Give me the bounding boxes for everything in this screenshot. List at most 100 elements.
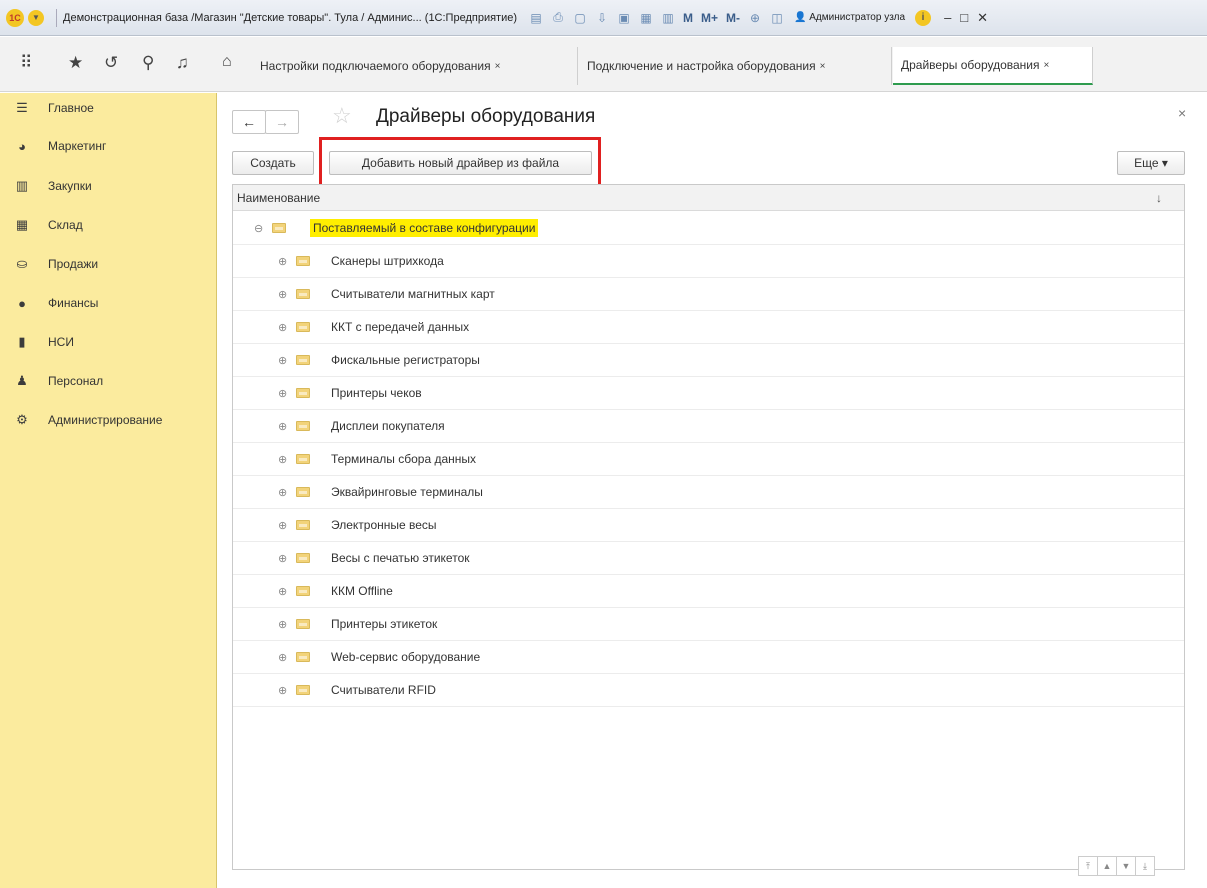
- sidebar-item-sales[interactable]: ⛀ Продажи: [0, 249, 216, 279]
- sidebar-item-purchases[interactable]: ▥ Закупки: [0, 171, 216, 201]
- expand-icon[interactable]: ⊕: [278, 453, 287, 466]
- tree-row[interactable]: ⊕ Считыватели магнитных карт: [233, 278, 1184, 311]
- app-logo-icon[interactable]: 1С: [6, 8, 24, 27]
- calculator-icon[interactable]: ▦: [639, 11, 653, 25]
- notifications-bell-icon[interactable]: ♫: [176, 53, 189, 73]
- expand-icon[interactable]: ⊕: [278, 651, 287, 664]
- expand-icon[interactable]: ⊕: [278, 552, 287, 565]
- tree-row[interactable]: ⊕ Терминалы сбора данных: [233, 443, 1184, 476]
- tree-row[interactable]: ⊕ Эквайринговые терминалы: [233, 476, 1184, 509]
- sidebar-item-administration[interactable]: ⚙ Администрирование: [0, 405, 216, 435]
- save-to-file-icon[interactable]: ⇩: [595, 11, 609, 25]
- window-title: Демонстрационная база /Магазин "Детские …: [63, 11, 518, 24]
- main-menu-dropdown-icon[interactable]: ▼: [28, 9, 44, 26]
- scroll-down-icon[interactable]: ▼: [1116, 856, 1136, 876]
- current-user[interactable]: 👤 Администратор узла: [794, 12, 905, 23]
- tab-equipment-settings[interactable]: Настройки подключаемого оборудования ×: [252, 47, 578, 85]
- back-button[interactable]: ←: [232, 110, 266, 134]
- tree-row[interactable]: ⊕ Принтеры чеков: [233, 377, 1184, 410]
- folder-icon: [296, 520, 310, 530]
- tree-row[interactable]: ⊕ ККМ Offline: [233, 575, 1184, 608]
- favorite-star-icon[interactable]: ☆: [332, 103, 352, 129]
- expand-icon[interactable]: ⊕: [278, 321, 287, 334]
- home-icon[interactable]: ⌂: [222, 53, 232, 71]
- folder-icon: [296, 454, 310, 464]
- history-icon[interactable]: ↺: [104, 53, 118, 73]
- tree-row[interactable]: ⊕ Сканеры штрихкода: [233, 245, 1184, 278]
- sidebar-item-finance[interactable]: ● Финансы: [0, 288, 216, 318]
- expand-icon[interactable]: ⊕: [278, 420, 287, 433]
- tree-row[interactable]: ⊕ Фискальные регистраторы: [233, 344, 1184, 377]
- search-icon[interactable]: ⚲: [142, 53, 154, 73]
- sort-arrow-icon[interactable]: ↓: [1156, 191, 1162, 205]
- tree-row-label: Эквайринговые терминалы: [331, 485, 483, 499]
- sidebar-item-label: Главное: [48, 101, 94, 115]
- tab-label: Драйверы оборудования: [901, 58, 1040, 72]
- tree-row[interactable]: ⊕ Электронные весы: [233, 509, 1184, 542]
- more-button[interactable]: Еще ▾: [1117, 151, 1185, 175]
- tree-row[interactable]: ⊕ Web-сервис оборудование: [233, 641, 1184, 674]
- sidebar-item-personnel[interactable]: ♟ Персонал: [0, 366, 216, 396]
- info-icon[interactable]: i: [915, 9, 932, 26]
- memory-minus-button[interactable]: M-: [726, 11, 740, 25]
- close-icon[interactable]: ×: [1178, 105, 1186, 121]
- drivers-list[interactable]: Наименование ↓ ⊖ Поставляемый в составе …: [232, 184, 1185, 870]
- close-tab-icon[interactable]: ×: [820, 61, 826, 72]
- tree-row[interactable]: ⊕ Весы с печатью этикеток: [233, 542, 1184, 575]
- collapse-icon[interactable]: ⊖: [254, 222, 263, 235]
- close-tab-icon[interactable]: ×: [495, 61, 501, 72]
- copy-icon[interactable]: ▣: [617, 11, 631, 25]
- sidebar-item-warehouse[interactable]: ▦ Склад: [0, 210, 216, 240]
- expand-icon[interactable]: ⊕: [278, 519, 287, 532]
- expand-icon[interactable]: ⊕: [278, 387, 287, 400]
- zoom-icon[interactable]: ⊕: [748, 11, 762, 25]
- sidebar-item-nsi[interactable]: ▮ НСИ: [0, 327, 216, 357]
- apps-grid-icon[interactable]: ⠿: [20, 53, 32, 73]
- tree-row[interactable]: ⊕ Дисплеи покупателя: [233, 410, 1184, 443]
- tree-row[interactable]: ⊕ Считыватели RFID: [233, 674, 1184, 707]
- warehouse-icon: ▦: [15, 217, 29, 232]
- tree-row[interactable]: ⊕ Принтеры этикеток: [233, 608, 1184, 641]
- expand-icon[interactable]: ⊕: [278, 255, 287, 268]
- tree-row-label: Считыватели RFID: [331, 683, 436, 697]
- print-icon[interactable]: ⎙: [551, 10, 565, 25]
- tree-row[interactable]: ⊕ ККТ с передачей данных: [233, 311, 1184, 344]
- preview-icon[interactable]: ▢: [573, 11, 587, 25]
- tree-row-label: ККТ с передачей данных: [331, 320, 470, 334]
- scroll-bottom-icon[interactable]: ⤓: [1135, 856, 1155, 876]
- sections-sidebar: ☰ Главное ◕ Маркетинг ▥ Закупки ▦ Склад ⛀ Про…: [0, 93, 217, 888]
- memory-button[interactable]: M: [683, 11, 693, 25]
- tab-equipment-connection[interactable]: Подключение и настройка оборудования ×: [579, 47, 892, 85]
- expand-icon[interactable]: ⊕: [278, 585, 287, 598]
- favorites-star-icon[interactable]: ★: [68, 53, 83, 73]
- close-window-icon[interactable]: ✕: [977, 10, 988, 26]
- calendar-icon[interactable]: ▥: [661, 11, 675, 25]
- panels-icon[interactable]: ◫: [770, 11, 784, 25]
- tab-label: Подключение и настройка оборудования: [587, 59, 816, 73]
- tree-row-label: Считыватели магнитных карт: [331, 287, 495, 301]
- sidebar-item-label: Склад: [48, 218, 83, 232]
- memory-plus-button[interactable]: M+: [701, 11, 718, 25]
- expand-icon[interactable]: ⊕: [278, 288, 287, 301]
- close-tab-icon[interactable]: ×: [1044, 60, 1050, 71]
- scroll-up-icon[interactable]: ▲: [1097, 856, 1117, 876]
- column-header-label: Наименование: [237, 190, 321, 205]
- sidebar-item-main[interactable]: ☰ Главное: [0, 93, 216, 123]
- sidebar-item-marketing[interactable]: ◕ Маркетинг: [0, 131, 216, 161]
- basket-icon: ⛀: [16, 256, 28, 271]
- sidebar-item-label: НСИ: [48, 335, 74, 349]
- scroll-top-icon[interactable]: ⤒: [1078, 856, 1098, 876]
- expand-icon[interactable]: ⊕: [278, 684, 287, 697]
- create-button[interactable]: Создать: [232, 151, 314, 175]
- expand-icon[interactable]: ⊕: [278, 618, 287, 631]
- column-header-name[interactable]: Наименование ↓: [233, 185, 1184, 211]
- forward-button[interactable]: →: [265, 110, 299, 134]
- book-icon: ▮: [18, 334, 26, 349]
- save-icon[interactable]: ▤: [529, 11, 543, 25]
- expand-icon[interactable]: ⊕: [278, 354, 287, 367]
- expand-icon[interactable]: ⊕: [278, 486, 287, 499]
- minimize-icon[interactable]: –: [944, 10, 951, 25]
- tab-equipment-drivers[interactable]: Драйверы оборудования ×: [893, 47, 1093, 85]
- maximize-icon[interactable]: □: [960, 10, 968, 25]
- tree-row-root[interactable]: ⊖ Поставляемый в составе конфигурации: [233, 212, 1184, 245]
